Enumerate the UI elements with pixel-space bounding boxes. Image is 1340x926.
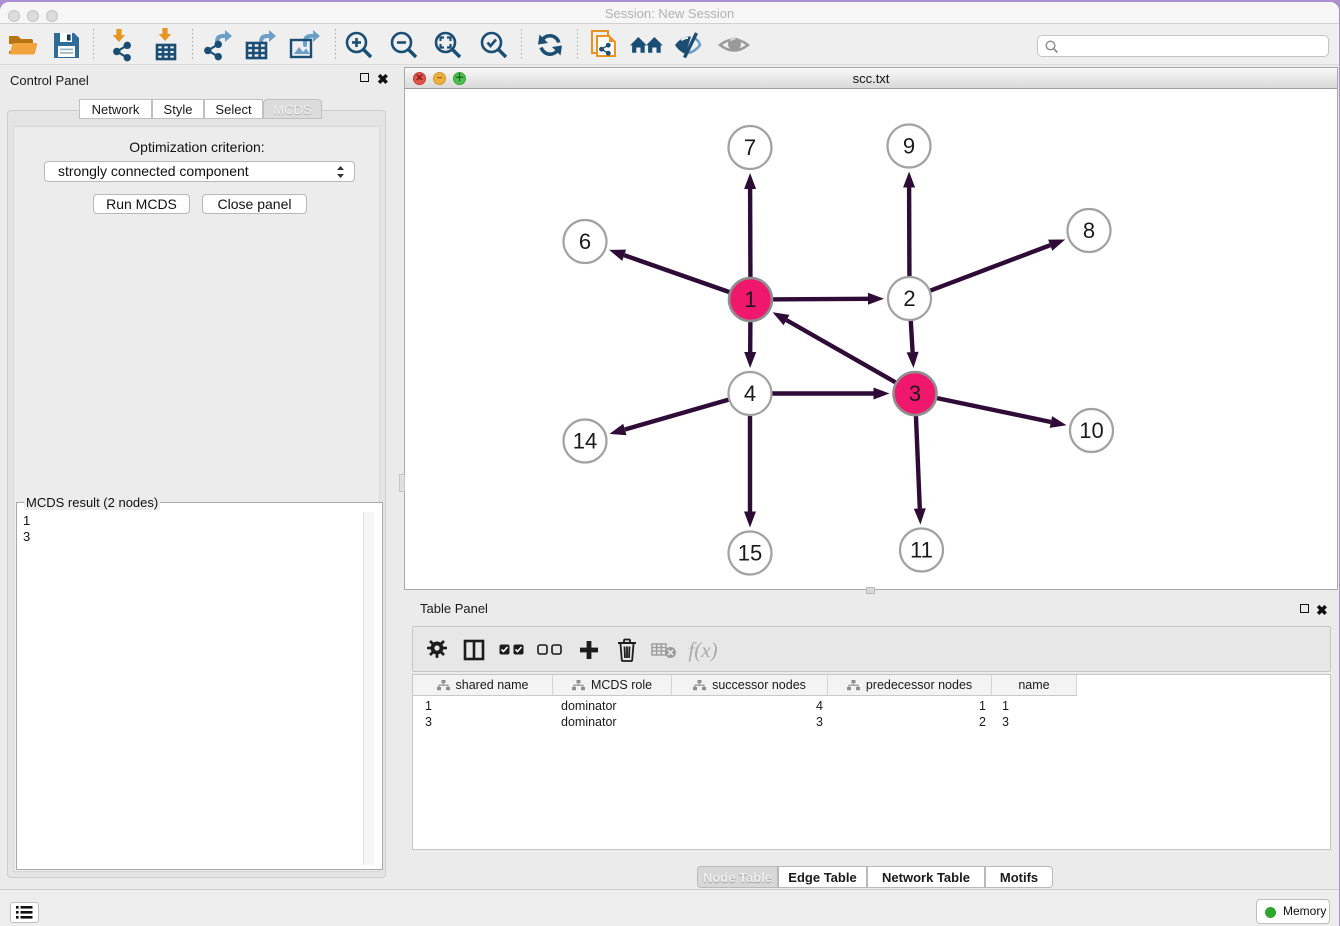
- svg-text:15: 15: [738, 541, 762, 566]
- svg-text:11: 11: [910, 538, 933, 563]
- svg-text:10: 10: [1079, 418, 1103, 443]
- svg-text:1: 1: [744, 287, 756, 312]
- svg-text:8: 8: [1083, 218, 1095, 243]
- svg-text:7: 7: [744, 135, 756, 160]
- svg-text:4: 4: [744, 381, 756, 406]
- svg-text:14: 14: [573, 429, 597, 454]
- svg-text:9: 9: [903, 134, 915, 159]
- svg-text:3: 3: [909, 381, 921, 406]
- svg-text:2: 2: [903, 286, 915, 311]
- svg-text:6: 6: [579, 229, 591, 254]
